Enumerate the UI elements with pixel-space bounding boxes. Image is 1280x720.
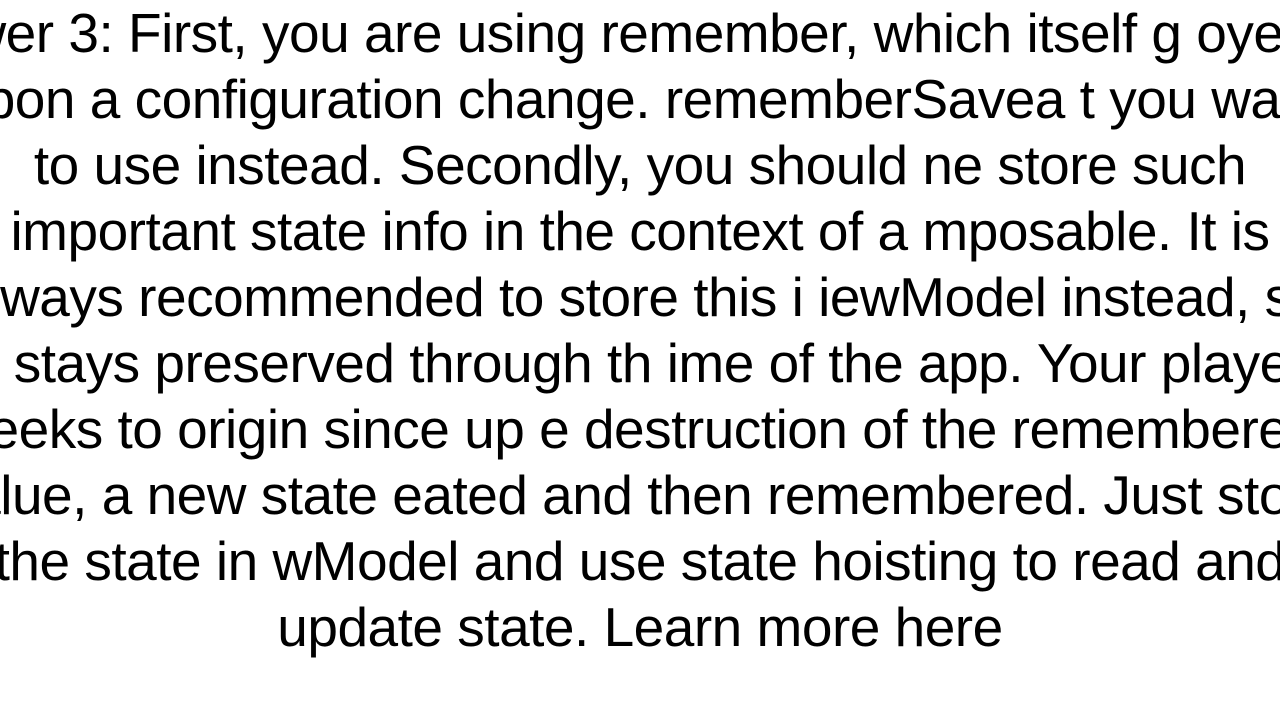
- answer-body-text: wer 3: First, you are using remember, wh…: [0, 0, 1280, 660]
